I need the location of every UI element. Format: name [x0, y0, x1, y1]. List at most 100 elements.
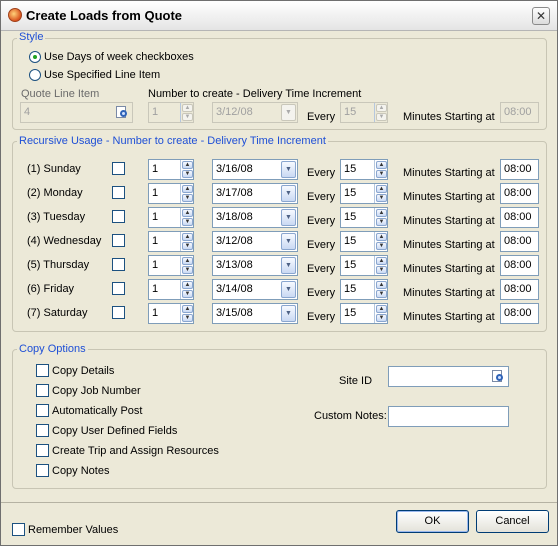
close-button[interactable]: ✕ [532, 7, 550, 25]
day-count-stepper[interactable]: 1 ▲ ▼ [148, 207, 194, 228]
day-every-stepper[interactable]: 15 ▲ ▼ [340, 303, 388, 324]
spin-up-icon: ▲ [376, 257, 387, 265]
spin-buttons[interactable]: ▲ ▼ [374, 280, 387, 299]
spin-buttons[interactable]: ▲ ▼ [180, 304, 193, 323]
day-count-stepper[interactable]: 1 ▲ ▼ [148, 303, 194, 324]
day-start-value: 08:00 [504, 211, 532, 223]
spin-buttons[interactable]: ▲ ▼ [180, 280, 193, 299]
day-minutes-label: Minutes Starting at [403, 311, 495, 323]
day-every-stepper[interactable]: 15 ▲ ▼ [340, 207, 388, 228]
spin-buttons[interactable]: ▲ ▼ [374, 232, 387, 251]
day-every-stepper[interactable]: 15 ▲ ▼ [340, 255, 388, 276]
day-count-value: 1 [152, 259, 159, 271]
day-count-stepper[interactable]: 1 ▲ ▼ [148, 183, 194, 204]
day-date-value: 3/15/08 [216, 307, 253, 319]
day-every-stepper[interactable]: 15 ▲ ▼ [340, 183, 388, 204]
custom-notes-field[interactable] [388, 406, 509, 427]
chevron-down-icon[interactable]: ▼ [281, 257, 296, 274]
day-start-time[interactable]: 08:00 [500, 279, 539, 300]
style-date-picker[interactable]: 3/12/08 ▼ [212, 102, 298, 123]
day-every-stepper[interactable]: 15 ▲ ▼ [340, 279, 388, 300]
day-date-picker[interactable]: 3/17/08 ▼ [212, 183, 298, 204]
spin-buttons[interactable]: ▲ ▼ [180, 232, 193, 251]
chevron-down-icon[interactable]: ▼ [281, 281, 296, 298]
day-date-picker[interactable]: 3/16/08 ▼ [212, 159, 298, 180]
copy-option-checkbox[interactable] [36, 404, 49, 417]
day-count-value: 1 [152, 187, 159, 199]
cancel-button[interactable]: Cancel [476, 510, 549, 533]
custom-notes-label: Custom Notes: [314, 410, 387, 422]
day-label: (6) Friday [27, 283, 75, 295]
spin-buttons[interactable]: ▲ ▼ [374, 304, 387, 323]
spin-up-icon: ▲ [376, 161, 387, 169]
ok-button[interactable]: OK [396, 510, 469, 533]
spin-buttons[interactable]: ▲ ▼ [374, 208, 387, 227]
chevron-down-icon[interactable]: ▼ [281, 104, 296, 121]
spin-buttons[interactable]: ▲ ▼ [180, 103, 193, 122]
day-start-time[interactable]: 08:00 [500, 255, 539, 276]
day-count-stepper[interactable]: 1 ▲ ▼ [148, 159, 194, 180]
day-start-time[interactable]: 08:00 [500, 207, 539, 228]
remember-values-checkbox[interactable] [12, 523, 25, 536]
day-every-stepper[interactable]: 15 ▲ ▼ [340, 231, 388, 252]
spin-buttons[interactable]: ▲ ▼ [374, 184, 387, 203]
style-number-stepper[interactable]: 1 ▲ ▼ [148, 102, 194, 123]
use-days-label: Use Days of week checkboxes [44, 51, 194, 63]
copy-option-checkbox[interactable] [36, 384, 49, 397]
spin-buttons[interactable]: ▲ ▼ [180, 160, 193, 179]
copy-option-checkbox[interactable] [36, 424, 49, 437]
day-every-stepper[interactable]: 15 ▲ ▼ [340, 159, 388, 180]
day-count-stepper[interactable]: 1 ▲ ▼ [148, 231, 194, 252]
day-count-stepper[interactable]: 1 ▲ ▼ [148, 279, 194, 300]
day-checkbox[interactable] [112, 210, 125, 223]
chevron-down-icon[interactable]: ▼ [281, 233, 296, 250]
day-checkbox[interactable] [112, 258, 125, 271]
day-checkbox[interactable] [112, 162, 125, 175]
lookup-icon[interactable] [492, 370, 505, 383]
day-checkbox[interactable] [112, 186, 125, 199]
day-date-picker[interactable]: 3/18/08 ▼ [212, 207, 298, 228]
spin-up-icon: ▲ [376, 281, 387, 289]
chevron-down-icon[interactable]: ▼ [281, 185, 296, 202]
quote-line-item-field[interactable]: 4 [20, 102, 133, 123]
chevron-down-icon[interactable]: ▼ [281, 305, 296, 322]
day-start-time[interactable]: 08:00 [500, 303, 539, 324]
day-checkbox[interactable] [112, 306, 125, 319]
day-date-picker[interactable]: 3/14/08 ▼ [212, 279, 298, 300]
spin-buttons[interactable]: ▲ ▼ [180, 184, 193, 203]
spin-buttons[interactable]: ▲ ▼ [180, 256, 193, 275]
spin-down-icon: ▼ [182, 194, 193, 202]
use-days-radio[interactable] [29, 51, 41, 63]
style-every-stepper[interactable]: 15 ▲ ▼ [340, 102, 388, 123]
spin-buttons[interactable]: ▲ ▼ [374, 256, 387, 275]
lookup-icon[interactable] [116, 106, 129, 119]
day-checkbox[interactable] [112, 282, 125, 295]
day-count-value: 1 [152, 211, 159, 223]
chevron-down-icon[interactable]: ▼ [281, 209, 296, 226]
day-every-value: 15 [344, 187, 357, 199]
spin-buttons[interactable]: ▲ ▼ [374, 160, 387, 179]
copy-option-checkbox[interactable] [36, 444, 49, 457]
spin-buttons[interactable]: ▲ ▼ [180, 208, 193, 227]
spin-down-icon: ▼ [182, 314, 193, 322]
day-date-picker[interactable]: 3/12/08 ▼ [212, 231, 298, 252]
day-label: (2) Monday [27, 187, 83, 199]
use-line-item-radio[interactable] [29, 69, 41, 81]
footer-divider [1, 502, 557, 503]
copy-option-checkbox[interactable] [36, 364, 49, 377]
day-count-stepper[interactable]: 1 ▲ ▼ [148, 255, 194, 276]
spin-buttons[interactable]: ▲ ▼ [374, 103, 387, 122]
day-checkbox[interactable] [112, 234, 125, 247]
day-every-value: 15 [344, 307, 357, 319]
copy-option-checkbox[interactable] [36, 464, 49, 477]
day-start-time[interactable]: 08:00 [500, 159, 539, 180]
chevron-down-icon[interactable]: ▼ [281, 161, 296, 178]
day-date-picker[interactable]: 3/15/08 ▼ [212, 303, 298, 324]
spin-down-icon: ▼ [182, 170, 193, 178]
style-start-time[interactable]: 08:00 [500, 102, 539, 123]
day-date-picker[interactable]: 3/13/08 ▼ [212, 255, 298, 276]
copy-option-label: Create Trip and Assign Resources [52, 445, 219, 457]
site-id-field[interactable] [388, 366, 509, 387]
day-start-time[interactable]: 08:00 [500, 183, 539, 204]
day-start-time[interactable]: 08:00 [500, 231, 539, 252]
